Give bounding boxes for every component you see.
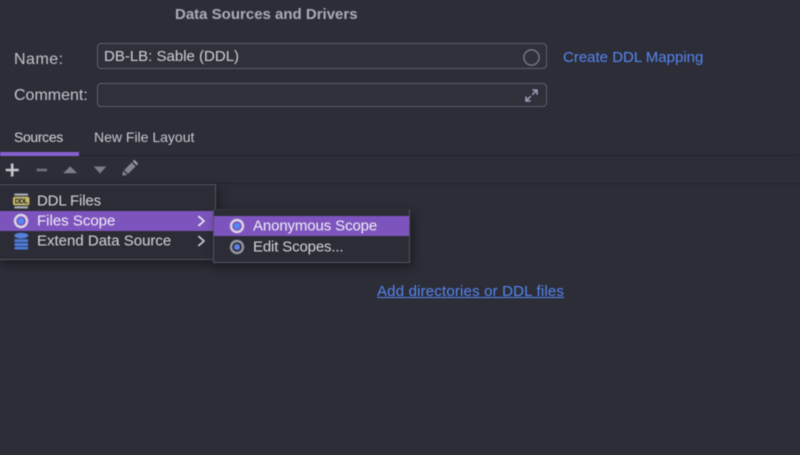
svg-text:DDL: DDL	[15, 198, 29, 205]
